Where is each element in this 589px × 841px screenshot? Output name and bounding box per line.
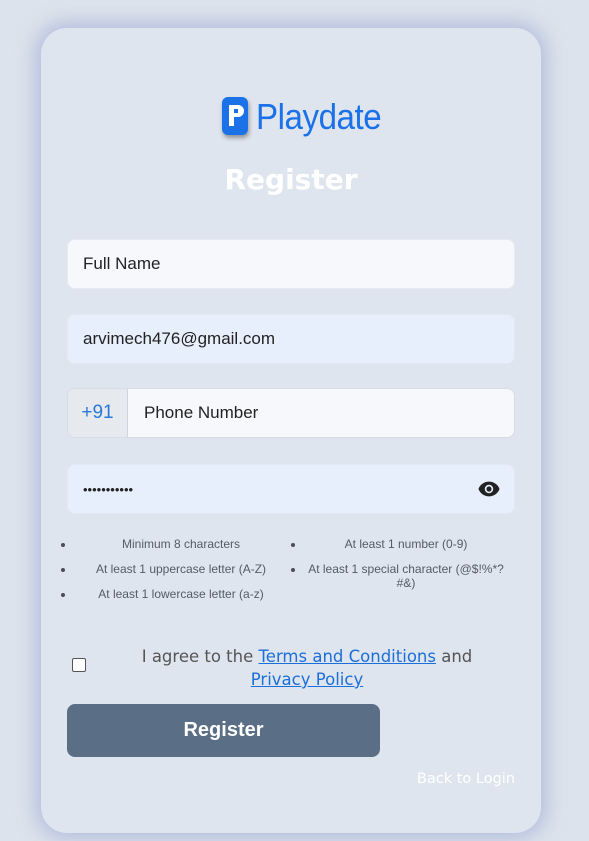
country-code-prefix: +91 xyxy=(68,389,128,437)
full-name-placeholder: Full Name xyxy=(83,254,161,273)
rule-uppercase: At least 1 uppercase letter (A-Z) xyxy=(61,562,291,576)
password-field[interactable]: ••••••••••• xyxy=(67,464,515,514)
playdate-logo-icon xyxy=(222,97,248,135)
password-masked-value: ••••••••••• xyxy=(83,481,134,497)
terms-checkbox[interactable] xyxy=(72,658,86,672)
terms-link[interactable]: Terms and Conditions xyxy=(259,647,436,666)
phone-field[interactable]: +91 Phone Number xyxy=(67,388,515,438)
email-field[interactable]: arvimech476@gmail.com xyxy=(67,314,515,364)
back-to-login-link[interactable]: Back to Login xyxy=(417,771,515,787)
full-name-field[interactable]: Full Name xyxy=(67,239,515,289)
agree-conjunction: and xyxy=(435,647,473,666)
rule-special-char: At least 1 special character (@$!%*?#&) xyxy=(291,562,511,590)
password-requirements: Minimum 8 characters At least 1 uppercas… xyxy=(61,537,511,612)
privacy-link[interactable]: Privacy Policy xyxy=(251,670,363,689)
register-card: Playdate Register Full Name arvimech476@… xyxy=(41,28,541,833)
requirements-column-1: Minimum 8 characters At least 1 uppercas… xyxy=(61,537,291,612)
email-value: arvimech476@gmail.com xyxy=(83,329,276,348)
brand-logo: Playdate xyxy=(222,96,392,138)
rule-number: At least 1 number (0-9) xyxy=(291,537,511,551)
register-button[interactable]: Register xyxy=(67,704,380,757)
eye-icon[interactable] xyxy=(478,480,500,498)
rule-lowercase: At least 1 lowercase letter (a-z) xyxy=(61,587,291,601)
terms-agreement: I agree to the Terms and Conditions and … xyxy=(111,645,503,691)
phone-placeholder: Phone Number xyxy=(144,403,259,422)
rule-min-length: Minimum 8 characters xyxy=(61,537,291,551)
page-title: Register xyxy=(224,163,358,196)
agree-prefix: I agree to the xyxy=(141,647,259,666)
brand-name: Playdate xyxy=(256,96,382,137)
requirements-column-2: At least 1 number (0-9) At least 1 speci… xyxy=(291,537,511,612)
